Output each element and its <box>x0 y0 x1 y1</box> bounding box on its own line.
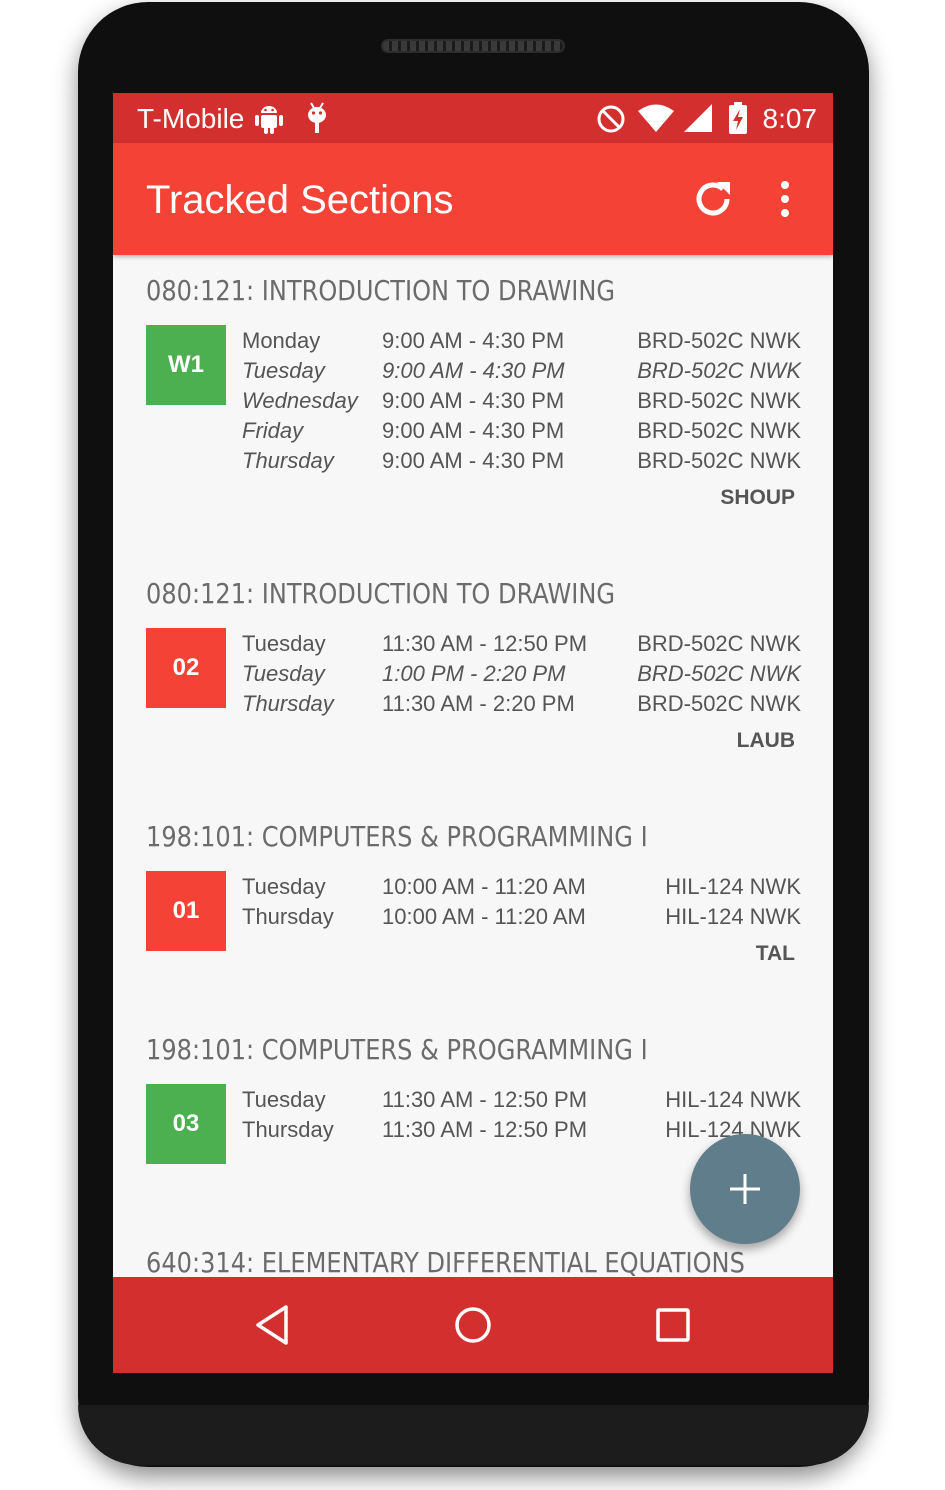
meeting-time: 10:00 AM - 11:20 AM <box>382 874 586 899</box>
debug-icon <box>303 101 331 140</box>
back-icon[interactable] <box>253 1303 293 1352</box>
meeting-day: Tuesday <box>242 874 326 899</box>
speaker-grille <box>381 39 565 53</box>
meeting-row: Tuesday 1:00 PM - 2:20 PM BRD-502C NWK <box>113 659 833 689</box>
wifi-icon <box>637 103 675 138</box>
meeting-row: Friday 9:00 AM - 4:30 PM BRD-502C NWK <box>113 416 833 446</box>
course-title: 198:101: COMPUTERS & PROGRAMMING I <box>146 1033 648 1066</box>
meeting-row: Wednesday 9:00 AM - 4:30 PM BRD-502C NWK <box>113 386 833 416</box>
course-title: 080:121: INTRODUCTION TO DRAWING <box>146 577 616 610</box>
meeting-room: BRD-502C NWK <box>637 448 801 473</box>
instructor-name: SHOUP <box>720 486 795 509</box>
recents-icon[interactable] <box>653 1303 693 1352</box>
meeting-time: 11:30 AM - 12:50 PM <box>382 1117 588 1142</box>
meeting-room: BRD-502C NWK <box>637 358 801 383</box>
meeting-time: 1:00 PM - 2:20 PM <box>382 661 566 686</box>
meeting-day: Thursday <box>242 691 334 716</box>
meeting-time: 11:30 AM - 12:50 PM <box>382 631 588 656</box>
meeting-row: Monday 9:00 AM - 4:30 PM BRD-502C NWK <box>113 326 833 356</box>
meeting-room: BRD-502C NWK <box>637 418 801 443</box>
more-vert-icon[interactable] <box>773 179 797 224</box>
meeting-time: 11:30 AM - 2:20 PM <box>382 691 575 716</box>
home-icon[interactable] <box>453 1303 493 1352</box>
meeting-time: 9:00 AM - 4:30 PM <box>382 448 565 473</box>
page-title: Tracked Sections <box>146 178 454 222</box>
meeting-time: 11:30 AM - 12:50 PM <box>382 1087 588 1112</box>
meeting-row: Tuesday 11:30 AM - 12:50 PM HIL-124 NWK <box>113 1085 833 1115</box>
android-icon <box>253 101 285 140</box>
phone-chin <box>78 1405 869 1465</box>
meeting-row: Thursday 9:00 AM - 4:30 PM BRD-502C NWK <box>113 446 833 476</box>
course-title: 080:121: INTRODUCTION TO DRAWING <box>146 274 616 307</box>
meeting-room: BRD-502C NWK <box>637 631 801 656</box>
meeting-room: HIL-124 NWK <box>665 904 801 929</box>
meeting-day: Thursday <box>242 1117 334 1142</box>
cell-signal-icon <box>683 103 713 138</box>
meeting-row: Tuesday 9:00 AM - 4:30 PM BRD-502C NWK <box>113 356 833 386</box>
meeting-day: Tuesday <box>242 631 326 656</box>
status-bar: T-Mobile 8:07 <box>113 93 833 143</box>
meeting-row: Tuesday 11:30 AM - 12:50 PM BRD-502C NWK <box>113 629 833 659</box>
nav-bar <box>113 1277 833 1373</box>
meeting-time: 9:00 AM - 4:30 PM <box>382 388 565 413</box>
meeting-row: Thursday 11:30 AM - 2:20 PM BRD-502C NWK <box>113 689 833 719</box>
meeting-day: Wednesday <box>242 388 358 413</box>
meeting-day: Tuesday <box>242 358 325 383</box>
do-not-disturb-icon <box>596 104 626 139</box>
meeting-day: Tuesday <box>242 661 325 686</box>
screen: T-Mobile 8:07 Tracked Sections 080:121: … <box>113 93 833 1373</box>
meeting-room: BRD-502C NWK <box>637 661 801 686</box>
meeting-day: Monday <box>242 328 321 353</box>
carrier-label: T-Mobile <box>137 103 245 134</box>
course-title: 640:314: ELEMENTARY DIFFERENTIAL EQUATIO… <box>146 1246 745 1278</box>
meeting-room: HIL-124 NWK <box>665 1087 801 1112</box>
add-section-button[interactable] <box>690 1134 800 1244</box>
meeting-time: 9:00 AM - 4:30 PM <box>382 358 565 383</box>
course-title: 198:101: COMPUTERS & PROGRAMMING I <box>146 820 648 853</box>
meeting-row: Tuesday 10:00 AM - 11:20 AM HIL-124 NWK <box>113 872 833 902</box>
plus-icon <box>730 1174 760 1204</box>
app-bar: Tracked Sections <box>113 143 833 255</box>
meeting-day: Thursday <box>242 448 334 473</box>
battery-charging-icon <box>727 101 749 140</box>
meeting-row: Thursday 10:00 AM - 11:20 AM HIL-124 NWK <box>113 902 833 932</box>
meeting-time: 9:00 AM - 4:30 PM <box>382 418 565 443</box>
meeting-room: HIL-124 NWK <box>665 874 801 899</box>
meeting-room: BRD-502C NWK <box>637 328 801 353</box>
meeting-day: Friday <box>242 418 304 443</box>
sections-list[interactable]: 080:121: INTRODUCTION TO DRAWING W1 Monday… <box>113 255 833 1277</box>
meeting-time: 10:00 AM - 11:20 AM <box>382 904 586 929</box>
refresh-icon[interactable] <box>691 177 735 226</box>
instructor-name: LAUB <box>736 729 795 752</box>
status-clock: 8:07 <box>762 103 818 134</box>
meeting-day: Tuesday <box>242 1087 326 1112</box>
meeting-day: Thursday <box>242 904 334 929</box>
meeting-room: BRD-502C NWK <box>637 388 801 413</box>
meeting-time: 9:00 AM - 4:30 PM <box>382 328 565 353</box>
meeting-room: BRD-502C NWK <box>637 691 801 716</box>
instructor-name: TAL <box>755 942 795 965</box>
